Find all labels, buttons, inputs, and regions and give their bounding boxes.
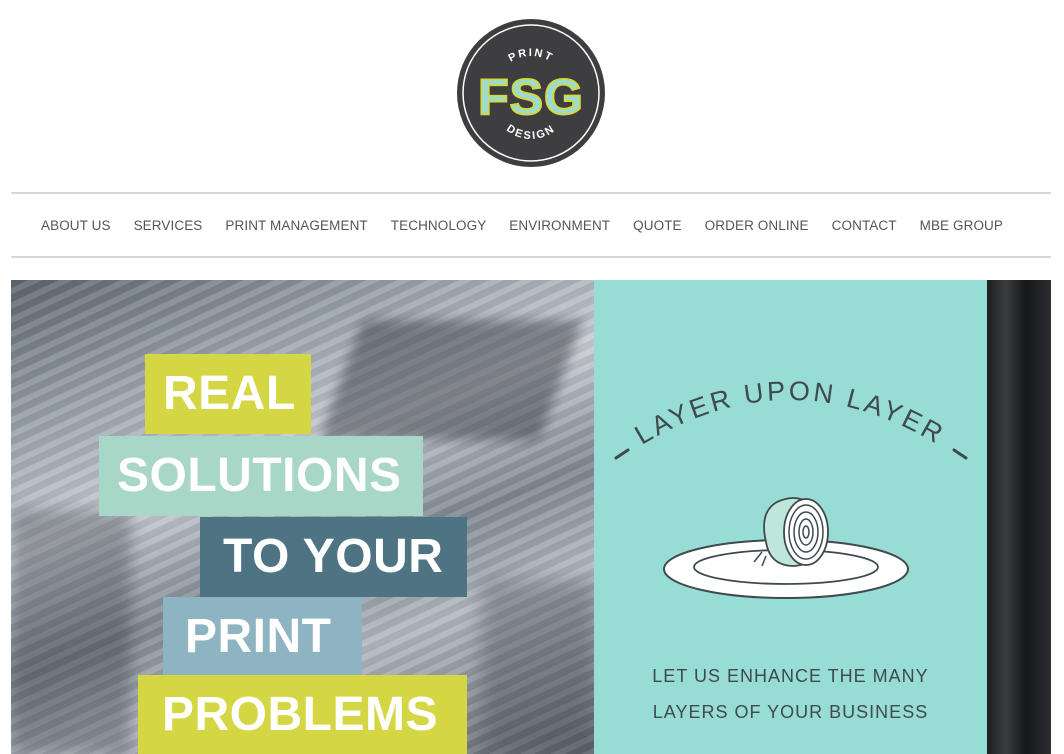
- svg-text:LAYER UPON LAYER: LAYER UPON LAYER: [630, 376, 951, 451]
- next-slide-peek: [987, 280, 1051, 754]
- nav-item-environment[interactable]: ENVIRONMENT: [509, 218, 610, 233]
- arc-title: LAYER UPON LAYER: [630, 376, 948, 451]
- logo-mark: FSG: [478, 69, 584, 125]
- promo-tagline-line1: LET US ENHANCE THE MANY: [652, 666, 929, 686]
- headline-line-print: PRINT: [163, 597, 362, 677]
- onion-on-plate-icon: [663, 497, 909, 599]
- nav-item-contact[interactable]: CONTACT: [832, 218, 897, 233]
- nav-item-quote[interactable]: QUOTE: [633, 218, 682, 233]
- promo-panel: LAYER UPON LAYER LET US ENHANCE THE MANY…: [594, 280, 987, 754]
- nav-item-services[interactable]: SERVICES: [134, 218, 203, 233]
- nav-item-technology[interactable]: TECHNOLOGY: [391, 218, 487, 233]
- nav-item-print-management[interactable]: PRINT MANAGEMENT: [225, 218, 367, 233]
- fsg-logo[interactable]: PRINT DESIGN FSG: [456, 18, 606, 168]
- nav-item-about-us[interactable]: ABOUT US: [41, 218, 111, 233]
- promo-tagline-line2: LAYERS OF YOUR BUSINESS: [652, 702, 929, 722]
- promo-tagline: LET US ENHANCE THE MANY LAYERS OF YOUR B…: [594, 658, 987, 730]
- page: PRINT DESIGN FSG ABOUT US SERVICES PRINT…: [0, 0, 1064, 754]
- hero-banner[interactable]: REAL SOLUTIONS TO YOUR PRINT PROBLEMS LA…: [11, 280, 1051, 754]
- headline-line-to-your: TO YOUR: [200, 517, 467, 597]
- headline-line-real: REAL: [145, 354, 311, 434]
- logo-badge: PRINT DESIGN FSG: [457, 19, 605, 167]
- nav-item-mbe-group[interactable]: MBE GROUP: [920, 218, 1003, 233]
- main-nav: ABOUT US SERVICES PRINT MANAGEMENT TECHN…: [11, 192, 1051, 258]
- nav-item-order-online[interactable]: ORDER ONLINE: [705, 218, 809, 233]
- headline-line-problems: PROBLEMS: [138, 675, 467, 754]
- headline-line-solutions: SOLUTIONS: [99, 436, 423, 516]
